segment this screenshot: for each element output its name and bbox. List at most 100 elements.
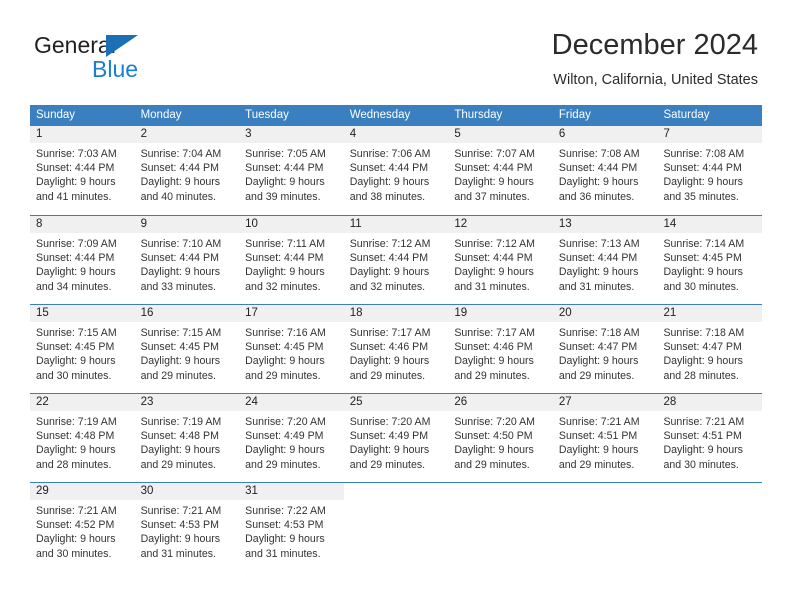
daylight-text-line2: and 41 minutes. xyxy=(36,190,112,203)
day-cell[interactable]: 23 Sunrise: 7:19 AM Sunset: 4:48 PM Dayl… xyxy=(134,394,240,482)
day-cell[interactable]: 6 Sunrise: 7:08 AM Sunset: 4:44 PM Dayli… xyxy=(552,126,658,215)
daylight-text-line1: Daylight: 9 hours xyxy=(558,355,639,368)
weekday-saturday: Saturday xyxy=(663,109,710,121)
day-cell[interactable]: 16 Sunrise: 7:15 AM Sunset: 4:45 PM Dayl… xyxy=(134,305,240,393)
daylight-text-line2: and 29 minutes. xyxy=(349,458,426,471)
title-block: December 2024 Wilton, California, United… xyxy=(552,28,758,90)
day-cell[interactable]: 11 Sunrise: 7:12 AM Sunset: 4:44 PM Dayl… xyxy=(343,216,449,304)
daylight-text-line1: Daylight: 9 hours xyxy=(663,355,743,368)
day-number: 13 xyxy=(552,216,658,233)
day-cell[interactable]: 2 Sunrise: 7:04 AM Sunset: 4:44 PM Dayli… xyxy=(134,126,240,215)
day-cell[interactable]: 29 Sunrise: 7:21 AM Sunset: 4:52 PM Dayl… xyxy=(30,483,135,571)
daylight-text-line2: and 36 minutes. xyxy=(558,190,635,203)
daylight-text-line2: and 28 minutes. xyxy=(36,458,112,471)
day-cell[interactable]: 5 Sunrise: 7:07 AM Sunset: 4:44 PM Dayli… xyxy=(448,126,553,215)
day-info: Sunrise: 7:11 AM Sunset: 4:44 PM Dayligh… xyxy=(239,233,344,294)
weekday-friday: Friday xyxy=(558,109,591,121)
day-cell[interactable]: 28 Sunrise: 7:21 AM Sunset: 4:51 PM Dayl… xyxy=(657,394,763,482)
day-cell[interactable]: 1 Sunrise: 7:03 AM Sunset: 4:44 PM Dayli… xyxy=(30,126,135,215)
sunset-text: Sunset: 4:46 PM xyxy=(349,341,429,354)
day-cell[interactable]: 17 Sunrise: 7:16 AM Sunset: 4:45 PM Dayl… xyxy=(239,305,344,393)
sunrise-text: Sunrise: 7:18 AM xyxy=(663,327,745,339)
day-cell[interactable]: 15 Sunrise: 7:15 AM Sunset: 4:45 PM Dayl… xyxy=(30,305,135,393)
day-info: Sunrise: 7:04 AM Sunset: 4:44 PM Dayligh… xyxy=(135,143,240,204)
day-cell[interactable]: 7 Sunrise: 7:08 AM Sunset: 4:44 PM Dayli… xyxy=(657,126,763,215)
day-cell[interactable]: 26 Sunrise: 7:20 AM Sunset: 4:50 PM Dayl… xyxy=(448,394,553,482)
daylight-text-line1: Daylight: 9 hours xyxy=(558,176,639,189)
daylight-text-line2: and 40 minutes. xyxy=(140,190,216,203)
week-row: 1 Sunrise: 7:03 AM Sunset: 4:44 PM Dayli… xyxy=(30,126,763,215)
day-number: 31 xyxy=(239,483,344,500)
day-info: Sunrise: 7:20 AM Sunset: 4:49 PM Dayligh… xyxy=(344,411,449,472)
sunrise-text: Sunrise: 7:21 AM xyxy=(558,416,640,428)
daylight-text-line2: and 28 minutes. xyxy=(663,369,739,382)
day-cell[interactable]: 27 Sunrise: 7:21 AM Sunset: 4:51 PM Dayl… xyxy=(552,394,658,482)
day-cell[interactable]: 10 Sunrise: 7:11 AM Sunset: 4:44 PM Dayl… xyxy=(239,216,344,304)
day-cell[interactable]: 22 Sunrise: 7:19 AM Sunset: 4:48 PM Dayl… xyxy=(30,394,135,482)
daylight-text-line1: Daylight: 9 hours xyxy=(558,266,639,279)
daylight-text-line1: Daylight: 9 hours xyxy=(245,444,325,457)
sunset-text: Sunset: 4:44 PM xyxy=(558,162,638,175)
sunrise-text: Sunrise: 7:19 AM xyxy=(36,416,117,428)
sunset-text: Sunset: 4:44 PM xyxy=(140,162,219,175)
daylight-text-line2: and 30 minutes. xyxy=(36,369,112,382)
daylight-text-line2: and 29 minutes. xyxy=(349,369,426,382)
sunset-text: Sunset: 4:44 PM xyxy=(140,252,219,265)
sunrise-text: Sunrise: 7:17 AM xyxy=(349,327,431,339)
daylight-text-line2: and 29 minutes. xyxy=(245,458,321,471)
sunset-text: Sunset: 4:53 PM xyxy=(245,519,324,532)
daylight-text-line2: and 39 minutes. xyxy=(245,190,321,203)
day-number: 9 xyxy=(134,216,240,233)
day-cell[interactable]: 9 Sunrise: 7:10 AM Sunset: 4:44 PM Dayli… xyxy=(134,216,240,304)
daylight-text-line1: Daylight: 9 hours xyxy=(454,176,534,189)
logo-word-general: General xyxy=(34,32,116,58)
day-number xyxy=(343,483,449,500)
daylight-text-line1: Daylight: 9 hours xyxy=(245,533,325,546)
sunset-text: Sunset: 4:44 PM xyxy=(245,252,324,265)
daylight-text-line1: Daylight: 9 hours xyxy=(349,176,430,189)
day-number: 17 xyxy=(239,305,344,322)
day-cell[interactable]: 24 Sunrise: 7:20 AM Sunset: 4:49 PM Dayl… xyxy=(239,394,344,482)
day-info: Sunrise: 7:09 AM Sunset: 4:44 PM Dayligh… xyxy=(30,233,135,294)
sunrise-text: Sunrise: 7:20 AM xyxy=(454,416,535,428)
daylight-text-line1: Daylight: 9 hours xyxy=(663,444,743,457)
general-blue-logo[interactable]: General Blue xyxy=(34,32,234,88)
day-cell[interactable]: 14 Sunrise: 7:14 AM Sunset: 4:45 PM Dayl… xyxy=(657,216,763,304)
daylight-text-line1: Daylight: 9 hours xyxy=(454,355,534,368)
sunset-text: Sunset: 4:49 PM xyxy=(245,430,324,443)
day-cell[interactable]: 25 Sunrise: 7:20 AM Sunset: 4:49 PM Dayl… xyxy=(343,394,449,482)
daylight-text-line1: Daylight: 9 hours xyxy=(140,355,221,368)
sunset-text: Sunset: 4:47 PM xyxy=(558,341,638,354)
day-cell[interactable]: 8 Sunrise: 7:09 AM Sunset: 4:44 PM Dayli… xyxy=(30,216,135,304)
day-number: 26 xyxy=(448,394,553,411)
day-cell[interactable]: 30 Sunrise: 7:21 AM Sunset: 4:53 PM Dayl… xyxy=(134,483,240,571)
day-cell[interactable]: 18 Sunrise: 7:17 AM Sunset: 4:46 PM Dayl… xyxy=(343,305,449,393)
week-row: 8 Sunrise: 7:09 AM Sunset: 4:44 PM Dayli… xyxy=(30,215,763,304)
day-cell[interactable]: 21 Sunrise: 7:18 AM Sunset: 4:47 PM Dayl… xyxy=(657,305,763,393)
logo-word-blue: Blue xyxy=(92,56,139,82)
day-cell[interactable]: 31 Sunrise: 7:22 AM Sunset: 4:53 PM Dayl… xyxy=(239,483,344,571)
day-number: 1 xyxy=(30,126,135,143)
daylight-text-line2: and 29 minutes. xyxy=(454,369,530,382)
day-info: Sunrise: 7:21 AM Sunset: 4:51 PM Dayligh… xyxy=(553,411,658,472)
day-cell[interactable]: 13 Sunrise: 7:13 AM Sunset: 4:44 PM Dayl… xyxy=(552,216,658,304)
sunrise-text: Sunrise: 7:12 AM xyxy=(454,238,535,250)
daylight-text-line2: and 35 minutes. xyxy=(663,190,739,203)
daylight-text-line1: Daylight: 9 hours xyxy=(36,355,116,368)
daylight-text-line1: Daylight: 9 hours xyxy=(140,176,221,189)
day-cell[interactable]: 3 Sunrise: 7:05 AM Sunset: 4:44 PM Dayli… xyxy=(239,126,344,215)
sunset-text: Sunset: 4:46 PM xyxy=(454,341,533,354)
day-cell[interactable]: 4 Sunrise: 7:06 AM Sunset: 4:44 PM Dayli… xyxy=(343,126,449,215)
calendar-grid: Sunday Monday Tuesday Wednesday Thursday… xyxy=(30,105,763,571)
sunset-text: Sunset: 4:45 PM xyxy=(663,252,742,265)
sunrise-text: Sunrise: 7:05 AM xyxy=(245,148,326,160)
sunset-text: Sunset: 4:44 PM xyxy=(663,162,742,175)
weekday-header-row: Sunday Monday Tuesday Wednesday Thursday… xyxy=(30,105,762,126)
daylight-text-line1: Daylight: 9 hours xyxy=(36,444,116,457)
day-cell[interactable]: 19 Sunrise: 7:17 AM Sunset: 4:46 PM Dayl… xyxy=(448,305,553,393)
day-number: 27 xyxy=(552,394,658,411)
day-cell[interactable]: 12 Sunrise: 7:12 AM Sunset: 4:44 PM Dayl… xyxy=(448,216,553,304)
week-row: 22 Sunrise: 7:19 AM Sunset: 4:48 PM Dayl… xyxy=(30,393,763,482)
day-info: Sunrise: 7:12 AM Sunset: 4:44 PM Dayligh… xyxy=(344,233,449,294)
day-cell[interactable]: 20 Sunrise: 7:18 AM Sunset: 4:47 PM Dayl… xyxy=(552,305,658,393)
